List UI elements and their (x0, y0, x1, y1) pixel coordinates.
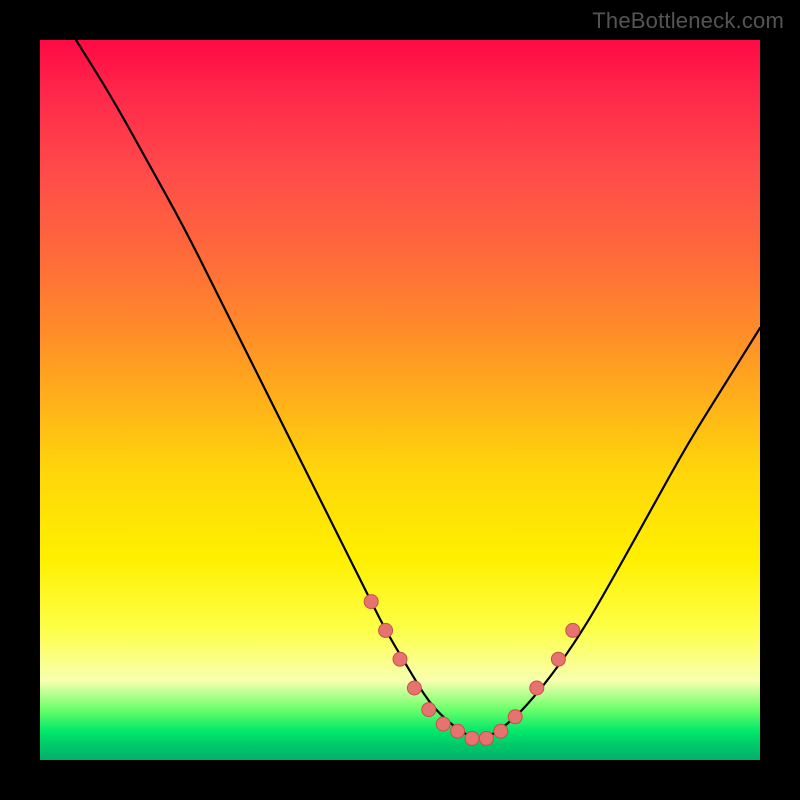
highlight-dot (508, 710, 522, 724)
highlight-dot (407, 681, 421, 695)
plot-area (40, 40, 760, 760)
highlight-dot (551, 652, 565, 666)
highlight-dot (465, 731, 479, 745)
highlight-dot (530, 681, 544, 695)
chart-svg (40, 40, 760, 760)
highlight-dot (494, 724, 508, 738)
highlight-dot (566, 623, 580, 637)
highlight-dot (479, 731, 493, 745)
highlight-dot (379, 623, 393, 637)
highlight-dot (451, 724, 465, 738)
highlight-dot (364, 595, 378, 609)
curve-line (76, 40, 760, 738)
watermark-text: TheBottleneck.com (592, 8, 784, 34)
highlight-dots-group (364, 595, 580, 746)
highlight-dot (393, 652, 407, 666)
chart-frame: TheBottleneck.com (0, 0, 800, 800)
highlight-dot (422, 703, 436, 717)
highlight-dot (436, 717, 450, 731)
